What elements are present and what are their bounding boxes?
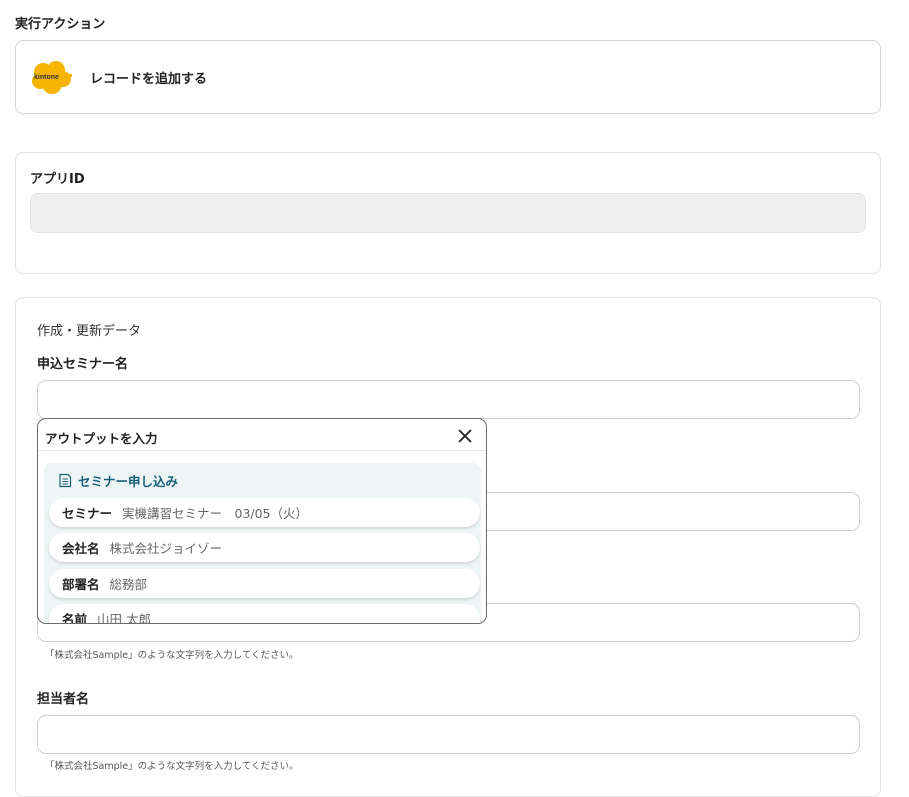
output-item-value: 山田 太郎: [97, 612, 151, 624]
contact-name-label: 担当者名: [37, 692, 90, 707]
svg-text:kintone: kintone: [34, 74, 59, 81]
kintone-logo-icon: kintone: [32, 61, 72, 94]
output-item-value: 株式会社ジョイゾー: [109, 541, 223, 556]
app-id-label: アプリID: [30, 172, 85, 187]
data-section-heading: 作成・更新データ: [37, 324, 142, 339]
contact-name-input[interactable]: [37, 715, 860, 754]
output-group-header[interactable]: セミナー申し込み: [58, 471, 178, 489]
action-label: レコードを追加する: [90, 72, 208, 87]
popup-header: アウトプットを入力: [38, 419, 486, 451]
action-card[interactable]: kintone レコードを追加する: [15, 40, 881, 114]
output-item-key: セミナー: [62, 506, 113, 521]
department-hint: 「株式会社Sample」のような文字列を入力してください。: [45, 650, 299, 661]
output-item-company[interactable]: 会社名 株式会社ジョイゾー: [49, 533, 480, 562]
output-item-key: 名前: [62, 612, 88, 624]
contact-name-hint: 「株式会社Sample」のような文字列を入力してください。: [45, 761, 299, 772]
output-group: セミナー申し込み セミナー 実機講習セミナー 03/05（火） 会社名 株式会社…: [44, 463, 481, 624]
seminar-name-input[interactable]: [37, 380, 860, 419]
output-item-key: 会社名: [62, 541, 100, 556]
output-item-value: 実機講習セミナー 03/05（火）: [122, 506, 309, 521]
output-item-value: 総務部: [109, 577, 148, 592]
app-id-input[interactable]: [30, 193, 866, 233]
app-id-card: アプリID: [15, 152, 881, 274]
output-item-key: 部署名: [62, 577, 100, 592]
document-icon: [59, 473, 72, 487]
action-section-title: 実行アクション: [15, 17, 106, 32]
output-item-name[interactable]: 名前 山田 太郎: [49, 604, 480, 624]
output-item-department[interactable]: 部署名 総務部: [49, 569, 480, 598]
output-group-title: セミナー申し込み: [78, 473, 179, 489]
output-item-seminar[interactable]: セミナー 実機講習セミナー 03/05（火）: [49, 498, 480, 527]
seminar-name-label: 申込セミナー名: [37, 357, 129, 372]
popup-title: アウトプットを入力: [45, 431, 158, 446]
output-popup: アウトプットを入力 セミナー申し込み セミナー 実機講習セミナー 03/05（火…: [37, 418, 487, 624]
close-icon[interactable]: [456, 427, 474, 445]
